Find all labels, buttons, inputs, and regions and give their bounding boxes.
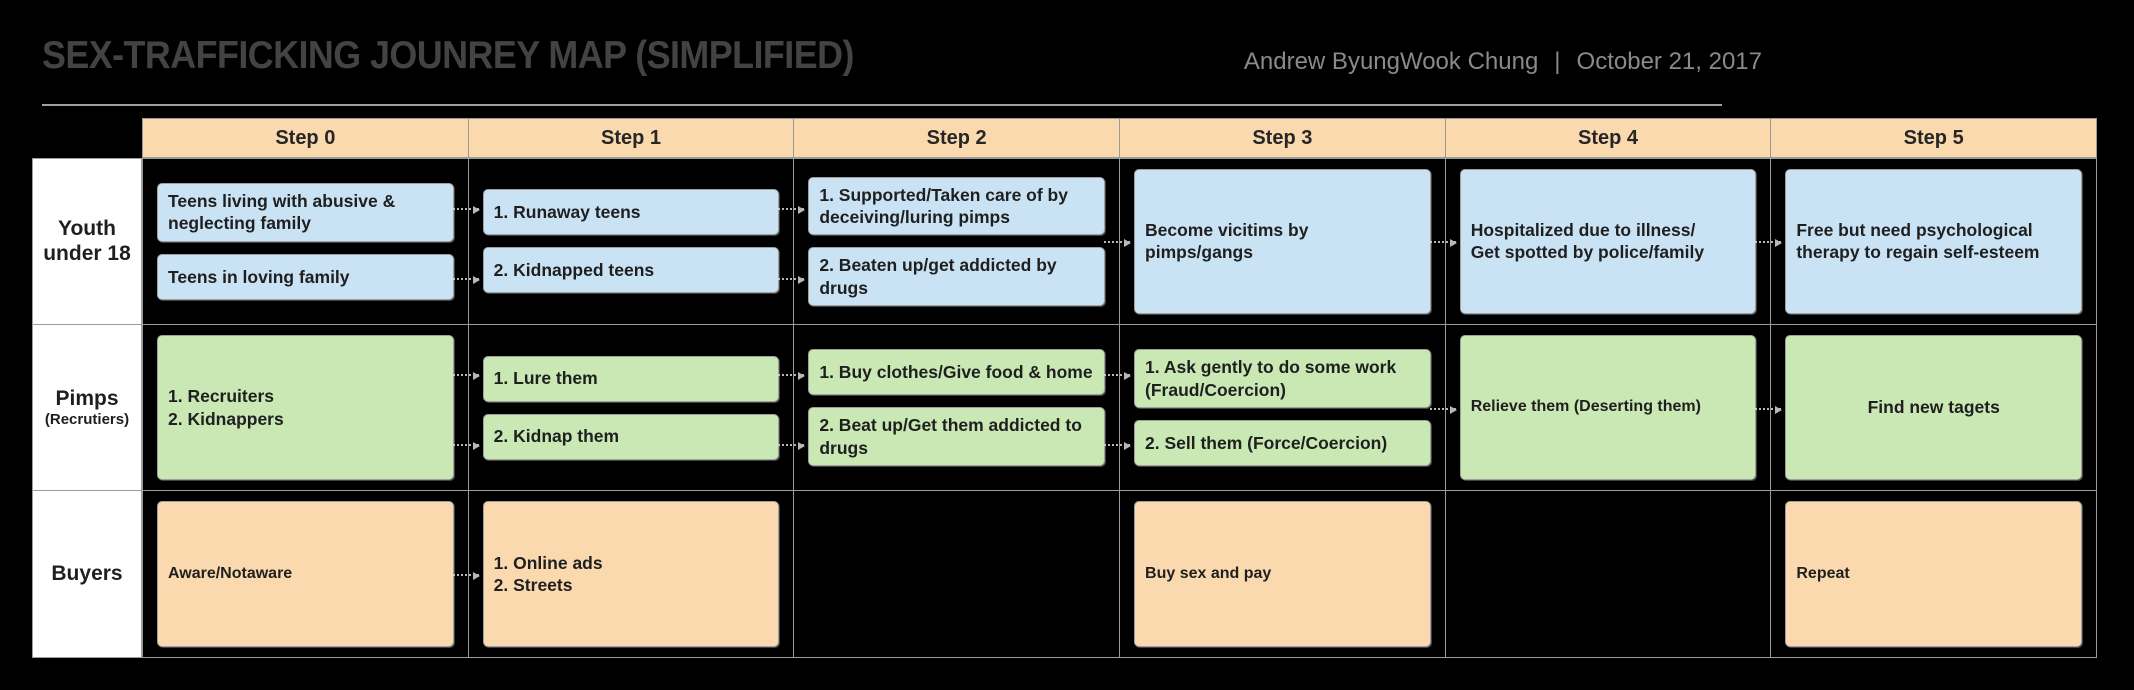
step-header-label: Step 4 [1578, 126, 1639, 149]
cell-lane0-step0: Teens living with abusive & neglecting f… [142, 158, 469, 325]
step-header-row: Step 0 Step 1 Step 2 Step 3 Step 4 Step 5 [142, 118, 2098, 158]
cell-lane2-step3: Buy sex and pay [1120, 491, 1446, 659]
card[interactable]: Become vicitims by pimps/gangs [1134, 169, 1431, 314]
author-name: Andrew ByungWook Chung [1243, 48, 1539, 75]
journey-map-canvas: SEX-TRAFFICKING JOUNREY MAP (SIMPLIFIED)… [0, 0, 2134, 690]
lane-cells: Aware/Notaware 1. Online ads 2. Streets Bu… [142, 491, 2098, 659]
cell-lane0-step1: 1. Runaway teens 2. Kidnapped teens [452, 158, 795, 325]
card[interactable]: 1. Lure them [482, 355, 780, 402]
card[interactable]: Find new tagets [1785, 334, 2083, 481]
lane-1: Pimps (Recrutiers) 1. Recruiters 2. Kidnap… [32, 324, 2098, 492]
lane-rows: Youth under 18 Teens living with abusive &… [32, 158, 2098, 659]
lane-label-1: Pimps (Recrutiers) [32, 324, 142, 492]
cell-lane2-step2 [794, 491, 1121, 659]
cell-lane1-step1: 1. Lure them 2. Kidnap them [452, 324, 795, 492]
card[interactable]: 2. Beat up/Get them addicted to drugs [808, 407, 1106, 466]
step-header-label: Step 1 [600, 126, 662, 149]
cell-lane2-step4 [1445, 491, 1772, 659]
cell-lane0-step3: Become vicitims by pimps/gangs [1104, 158, 1446, 325]
date-label: October 21, 2017 [1576, 48, 1762, 75]
step-header-1: Step 1 [468, 118, 795, 158]
step-header-5: Step 5 [1771, 118, 2098, 158]
lane-cells: 1. Recruiters 2. Kidnappers 1. Lure them 2… [142, 324, 2098, 492]
swimlane-grid: Step 0 Step 1 Step 2 Step 3 Step 4 Step 5 You… [32, 118, 2098, 659]
cell-lane1-step4: Relieve them (Deserting them) [1429, 324, 1772, 492]
step-header-2: Step 2 [794, 118, 1121, 158]
cell-lane0-step5: Free but need psychological therapy to r… [1755, 158, 2098, 325]
step-header-label: Step 5 [1903, 126, 1964, 149]
card[interactable]: 2. Kidnap them [482, 413, 780, 460]
card[interactable]: 1. Online ads 2. Streets [482, 501, 780, 648]
cell-lane2-step5: Repeat [1771, 491, 2098, 659]
lane-label-line1: Buyers [51, 562, 123, 586]
card[interactable]: Buy sex and pay [1134, 501, 1431, 648]
card[interactable]: Aware/Notaware [157, 501, 454, 648]
cell-lane0-step4: Hospitalized due to illness/ Get spotted… [1429, 158, 1772, 325]
step-header-0: Step 0 [142, 118, 469, 158]
step-header-3: Step 3 [1120, 118, 1446, 158]
cell-lane1-step3: 1. Ask gently to do some work (Fraud/Coe… [1104, 324, 1446, 492]
card[interactable]: Relieve them (Deserting them) [1459, 334, 1757, 481]
card[interactable]: 1. Ask gently to do some work (Fraud/Coe… [1134, 349, 1431, 408]
lane-2: Buyers Aware/Notaware 1. Online ads 2. Str… [32, 491, 2098, 659]
lane-label-line1: Pimps [55, 386, 119, 410]
card[interactable]: 2. Beaten up/get addicted by drugs [808, 247, 1106, 307]
lane-label-0: Youth under 18 [32, 158, 142, 325]
cell-lane1-step2: 1. Buy clothes/Give food & home 2. Beat u… [778, 324, 1121, 492]
lane-label-line1: Youth [58, 216, 116, 240]
step-header-4: Step 4 [1445, 118, 1772, 158]
card[interactable]: Repeat [1785, 501, 2083, 648]
step-header-label: Step 2 [926, 126, 987, 149]
card[interactable]: 1. Runaway teens [482, 189, 780, 236]
step-header-label: Step 0 [275, 126, 336, 149]
cell-lane1-step0: 1. Recruiters 2. Kidnappers [142, 324, 469, 492]
cell-lane2-step0: Aware/Notaware [142, 491, 469, 659]
card[interactable]: Teens living with abusive & neglecting f… [157, 182, 454, 242]
lane-label-2: Buyers [32, 491, 142, 659]
card[interactable]: 1. Supported/Taken care of by deceiving/… [808, 176, 1106, 236]
card[interactable]: 1. Recruiters 2. Kidnappers [157, 334, 454, 481]
lane-label-sub: (Recrutiers) [44, 411, 130, 429]
step-header-label: Step 3 [1252, 126, 1313, 149]
card[interactable]: Hospitalized due to illness/ Get spotted… [1459, 169, 1757, 314]
card[interactable]: 1. Buy clothes/Give food & home [808, 349, 1106, 396]
card[interactable]: Teens in loving family [157, 253, 454, 300]
cell-lane0-step2: 1. Supported/Taken care of by deceiving/… [778, 158, 1121, 325]
card[interactable]: 2. Kidnapped teens [482, 247, 780, 294]
lane-0: Youth under 18 Teens living with abusive &… [32, 158, 2098, 325]
page-title: SEX-TRAFFICKING JOUNREY MAP (SIMPLIFIED) [42, 34, 854, 77]
byline: Andrew ByungWook Chung | October 21, 2017 [1244, 48, 1762, 76]
cell-lane1-step5: Find new tagets [1755, 324, 2098, 492]
title-divider [42, 104, 1722, 106]
card[interactable]: Free but need psychological therapy to r… [1785, 169, 2083, 314]
lane-label-line2: under 18 [43, 242, 131, 266]
byline-separator: | [1554, 48, 1561, 75]
cell-lane2-step1: 1. Online ads 2. Streets [452, 491, 795, 659]
title-block: SEX-TRAFFICKING JOUNREY MAP (SIMPLIFIED)… [42, 18, 1762, 106]
card[interactable]: 2. Sell them (Force/Coercion) [1134, 419, 1431, 466]
lane-cells: Teens living with abusive & neglecting f… [142, 158, 2098, 325]
